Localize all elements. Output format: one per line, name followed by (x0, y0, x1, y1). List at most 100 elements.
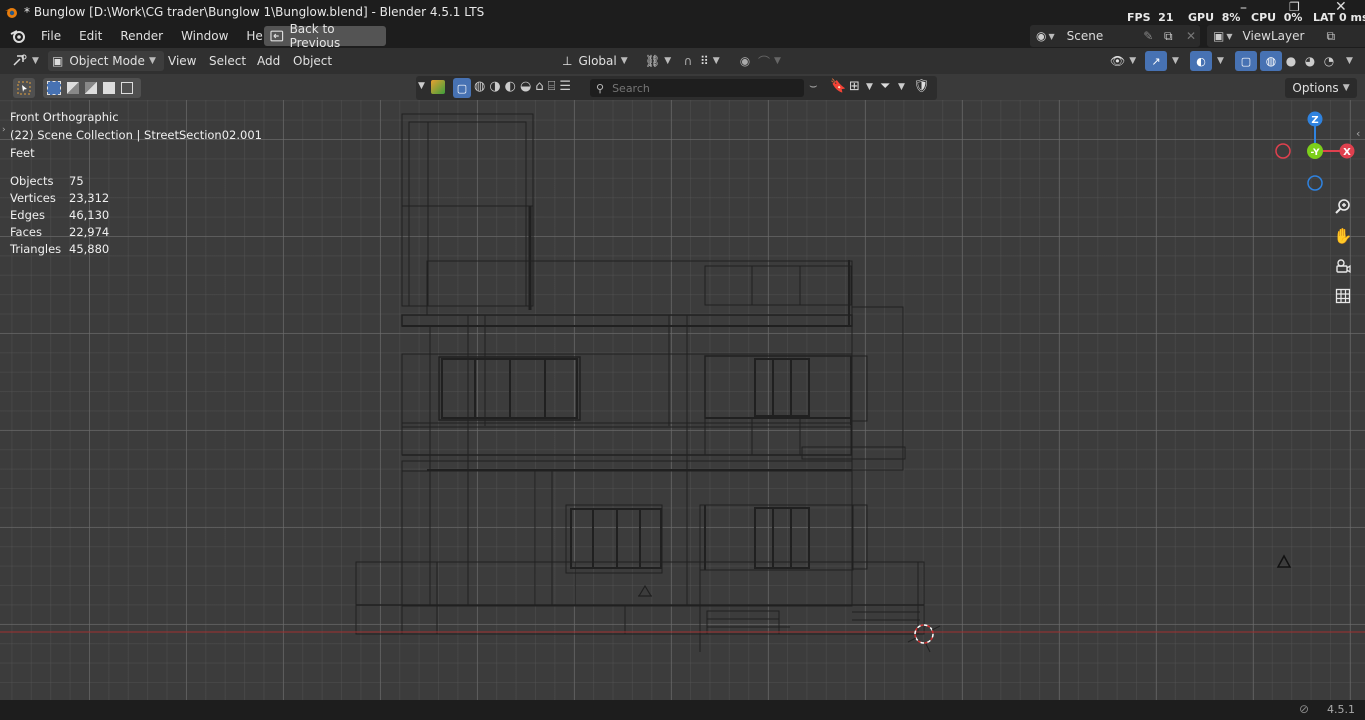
chevron-down-icon: ▼ (664, 56, 672, 66)
view-name: Front Orthographic (10, 110, 119, 124)
delete-scene-icon[interactable]: ✕ (1186, 29, 1196, 43)
sort-icon[interactable]: ⌣ (809, 79, 818, 94)
gizmo-x-label: X (1343, 147, 1351, 158)
transform-orientation-dropdown[interactable]: ⊥ Global ▼ (562, 51, 628, 71)
sidebar-toggle-icon[interactable]: ‹ (1356, 127, 1360, 140)
snap-toggle[interactable]: ∩ (677, 51, 699, 71)
gpu-readout: GPU 8% (1188, 11, 1241, 24)
viewlayer-selector[interactable]: ▣ ▼ ViewLayer ⧉ (1207, 25, 1365, 47)
snap-target-dropdown[interactable]: ⠿ ▼ (700, 51, 720, 71)
menu-edit[interactable]: Edit (70, 29, 111, 43)
rendered-shading-button[interactable]: ◔ (1318, 51, 1340, 71)
filter-funnel-icon[interactable]: ⏷ (880, 79, 890, 94)
collection-info: (22) Scene Collection | StreetSection02.… (10, 128, 262, 142)
editor-type-icon (13, 54, 27, 66)
ortho-toggle-button[interactable] (1331, 284, 1355, 308)
stat-faces: Faces 22,974 (10, 225, 110, 239)
camera-object-icon[interactable] (1276, 554, 1292, 568)
pan-button[interactable]: ✋ (1331, 224, 1355, 248)
navigation-gizmo[interactable]: Z X -Y (1270, 106, 1360, 196)
chevron-down-icon: ▼ (1048, 31, 1055, 41)
close-button[interactable]: ✕ (1335, 0, 1347, 15)
new-viewlayer-icon[interactable]: ⧉ (1326, 29, 1335, 44)
chevron-down-icon[interactable]: ▼ (418, 81, 425, 91)
gizmo-toggle[interactable]: ↗ (1145, 51, 1167, 71)
filter-selectable-toggle[interactable]: ▢ (453, 78, 471, 98)
outliner-search[interactable]: ⚲ (590, 79, 804, 97)
select-intersect-icon[interactable] (121, 82, 133, 94)
pin-icon[interactable]: ✎ (1143, 29, 1153, 43)
select-cursor-icon (17, 81, 31, 95)
back-to-previous-button[interactable]: Back to Previous (264, 22, 386, 50)
overlays-dropdown[interactable]: ▼ (1217, 51, 1224, 71)
zoom-icon (1335, 199, 1350, 214)
zoom-button[interactable] (1331, 194, 1355, 218)
new-scene-icon[interactable]: ⧉ (1164, 29, 1173, 44)
menu-select[interactable]: Select (209, 51, 246, 71)
maximize-button[interactable]: ❐ (1289, 0, 1300, 14)
3d-viewport[interactable]: Front Orthographic (22) Scene Collection… (0, 100, 1365, 700)
chevron-down-icon: ▼ (774, 56, 781, 66)
chevron-down-icon[interactable]: ▼ (898, 82, 905, 92)
object-mode-dropdown[interactable]: ▣ Object Mode ▼ (48, 51, 164, 71)
menu-file[interactable]: File (32, 29, 70, 43)
snap-grid-icon: ⠿ (700, 54, 709, 68)
overlays-toggle[interactable]: ◐ (1190, 51, 1212, 71)
menu-object[interactable]: Object (293, 51, 332, 71)
orientation-label: Global (578, 54, 617, 68)
proportional-editing-toggle[interactable]: ◉ (734, 51, 756, 71)
viewlayer-name: ViewLayer (1242, 29, 1305, 43)
select-subtract-icon[interactable] (85, 82, 97, 94)
hand-icon: ✋ (1333, 227, 1353, 245)
filter-type-icons[interactable]: ◍◑◐◒⌂⌸☰ (474, 79, 575, 94)
scene-selector[interactable]: ◉ ▼ Scene ✎ (1030, 25, 1200, 47)
options-dropdown[interactable]: Options ▼ (1285, 78, 1357, 98)
gizmo-dropdown[interactable]: ▼ (1172, 51, 1179, 71)
chevron-down-icon: ▼ (148, 56, 156, 66)
window-title: * Bunglow [D:\Work\CG trader\Bunglow 1\B… (24, 5, 485, 19)
xray-toggle[interactable]: ▢ (1235, 51, 1257, 71)
wireframe-shading-button[interactable]: ◍ (1260, 51, 1282, 71)
gizmo-y-label: -Y (1311, 148, 1320, 158)
pivot-point-dropdown[interactable]: ⛓ ▼ (645, 51, 671, 71)
search-input[interactable] (610, 80, 795, 96)
camera-view-button[interactable] (1331, 254, 1355, 278)
gizmo-neg-x[interactable] (1275, 143, 1291, 159)
object-mode-label: Object Mode (69, 54, 145, 68)
stat-edges: Edges 46,130 (10, 208, 110, 222)
editor-type-button[interactable]: ▼ (12, 51, 39, 71)
status-bar: ⊘ 4.5.1 (0, 700, 1365, 720)
select-extend-icon[interactable] (67, 82, 79, 94)
select-new-icon[interactable] (47, 81, 61, 95)
menu-render[interactable]: Render (111, 29, 172, 43)
select-invert-icon[interactable] (103, 82, 115, 94)
pivot-icon: ⛓ (645, 54, 661, 68)
gizmo-z-label: Z (1311, 115, 1318, 126)
object-filter-icon[interactable] (431, 80, 445, 94)
screen-back-icon (270, 30, 284, 42)
falloff-dropdown[interactable]: ⌒ ▼ (758, 51, 781, 71)
display-mode-icon[interactable]: ⊞ (849, 79, 860, 94)
toolbar-toggle-icon[interactable]: › (2, 125, 6, 135)
menu-window[interactable]: Window (172, 29, 237, 43)
shading-dropdown[interactable]: ▼ (1346, 51, 1353, 71)
grid-icon (1335, 288, 1351, 304)
viewport-header: ▼ ▣ Object Mode ▼ View Select Add Object… (0, 48, 1365, 74)
version-label: 4.5.1 (1327, 703, 1355, 716)
gizmo-neg-z[interactable] (1307, 175, 1323, 191)
fps-readout: FPS 21 (1127, 11, 1174, 24)
shield-icon[interactable]: 🛡 (913, 79, 930, 94)
stat-triangles: Triangles 45,880 (10, 242, 110, 256)
selection-mode-group (43, 78, 141, 98)
bookmark-icon[interactable]: 🔖 (830, 79, 846, 94)
menu-view[interactable]: View (168, 51, 196, 71)
blender-menu-icon[interactable] (10, 29, 26, 43)
select-box-tool[interactable] (13, 78, 35, 98)
eye-icon: 👁 (1110, 54, 1126, 68)
stat-vertices: Vertices 23,312 (10, 191, 110, 205)
chevron-down-icon[interactable]: ▼ (866, 82, 873, 92)
menu-add[interactable]: Add (257, 51, 280, 71)
minimize-button[interactable]: – (1240, 0, 1247, 16)
back-to-previous-label: Back to Previous (289, 22, 341, 50)
object-visibility-dropdown[interactable]: 👁 ▼ (1110, 51, 1136, 71)
